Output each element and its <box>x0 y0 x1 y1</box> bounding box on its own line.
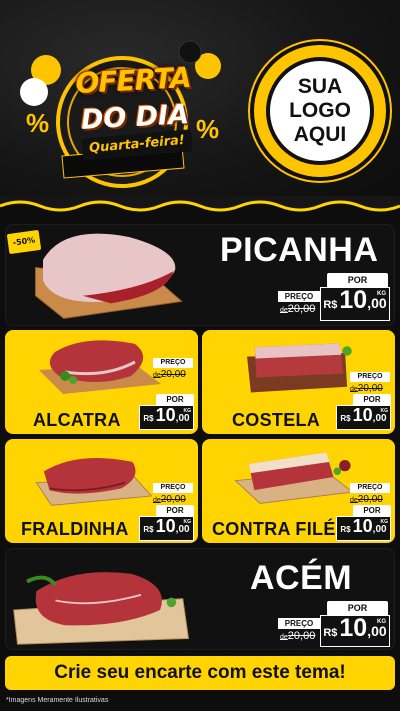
old-price: de20,00 <box>153 494 186 505</box>
currency: R$ <box>340 525 351 534</box>
price-dec: ,00 <box>367 623 387 639</box>
logo-placeholder[interactable]: SUA LOGO AQUI <box>254 45 386 177</box>
product-card-contra-file[interactable]: PREÇO de20,00 POR CONTRA FILÉ R$ 10 ,00 … <box>202 439 395 543</box>
fraldinha-image <box>35 457 153 506</box>
preco-label: PREÇO <box>278 618 320 629</box>
preco-label: PREÇO <box>153 358 193 368</box>
por-label: POR <box>353 394 391 405</box>
preco-label: PREÇO <box>350 372 390 382</box>
balloon-icon <box>20 78 48 106</box>
old-price-value: 20,00 <box>357 383 383 394</box>
price-int: 10 <box>352 405 373 425</box>
acem-image <box>13 572 190 645</box>
old-price-value: 20,00 <box>287 303 316 315</box>
old-price-value: 20,00 <box>357 494 383 505</box>
product-card-fraldinha[interactable]: PREÇO de20,00 POR FRALDINHA R$ 10 ,00 KG <box>5 439 198 543</box>
product-name: COSTELA <box>232 410 321 430</box>
unit: KG <box>377 619 386 625</box>
old-price: de20,00 <box>280 303 315 315</box>
header: % % OFERTA DO DIA Quarta-feira! SUA LOGO… <box>0 0 400 205</box>
unit: KG <box>183 519 192 525</box>
preco-label: PREÇO <box>153 483 193 493</box>
picanha-image <box>34 233 183 319</box>
contra-file-image <box>234 452 354 504</box>
price-dec: ,00 <box>175 413 190 424</box>
product-name: PICANHA <box>220 231 379 269</box>
de-label: de <box>280 307 288 314</box>
price-box: R$ 10 ,00 KG <box>336 516 391 541</box>
price-int: 10 <box>339 614 368 642</box>
logo-line: SUA <box>297 75 343 98</box>
price-int: 10 <box>155 405 176 425</box>
price-box: R$ 10 ,00 KG <box>320 287 390 321</box>
product-card-alcatra[interactable]: PREÇO de20,00 POR ALCATRA R$ 10 ,00 KG <box>5 330 198 434</box>
price-int: 10 <box>155 516 176 536</box>
de-label: de <box>153 372 161 379</box>
old-price-value: 20,00 <box>287 630 316 642</box>
price-int: 10 <box>339 286 368 314</box>
percent-icon: % <box>26 108 49 138</box>
de-label: de <box>350 386 358 393</box>
currency: R$ <box>340 414 351 423</box>
unit: KG <box>380 519 389 525</box>
old-price: de20,00 <box>350 494 383 505</box>
disclaimer: *Imagens Meramente Ilustrativas <box>6 697 109 704</box>
de-label: de <box>350 497 358 504</box>
price-dec: ,00 <box>175 524 190 535</box>
preco-label: PREÇO <box>278 291 320 302</box>
price-box: R$ 10 ,00 KG <box>320 615 390 647</box>
unit: KG <box>380 408 389 414</box>
price-box: R$ 10 ,00 KG <box>139 405 194 430</box>
por-label: POR <box>327 273 388 287</box>
currency: R$ <box>323 627 338 639</box>
cta-banner[interactable]: Crie seu encarte com este tema! <box>5 656 395 690</box>
de-label: de <box>280 634 288 641</box>
logo-text-block: SUA LOGO AQUI <box>266 57 374 165</box>
price-int: 10 <box>352 516 373 536</box>
header-wave-divider <box>0 196 400 212</box>
product-card-costela[interactable]: PREÇO de20,00 POR COSTELA R$ 10 ,00 KG <box>202 330 395 434</box>
price-dec: ,00 <box>372 524 387 535</box>
costela-image <box>247 343 352 393</box>
logo-line: AQUI <box>293 123 347 146</box>
unit: KG <box>377 291 386 297</box>
old-price-value: 20,00 <box>160 494 186 505</box>
por-label: POR <box>353 505 391 516</box>
product-name: FRALDINHA <box>21 519 129 539</box>
currency: R$ <box>323 299 338 311</box>
old-price-value: 20,00 <box>160 369 186 380</box>
product-name: CONTRA FILÉ <box>212 519 336 539</box>
old-price: de20,00 <box>153 369 186 380</box>
product-name: ALCATRA <box>33 410 121 430</box>
old-price: de20,00 <box>280 630 315 642</box>
currency: R$ <box>143 414 154 423</box>
preco-label: PREÇO <box>350 483 390 493</box>
price-dec: ,00 <box>372 413 387 424</box>
old-price: de20,00 <box>350 383 383 394</box>
price-box: R$ 10 ,00 KG <box>336 405 391 430</box>
currency: R$ <box>143 525 154 534</box>
alcatra-image <box>39 340 161 394</box>
de-label: de <box>153 497 161 504</box>
product-card-acem[interactable]: ACÉM POR PREÇO de20,00 R$ 10 ,00 KG <box>5 548 395 650</box>
por-label: POR <box>327 601 388 615</box>
logo-line: LOGO <box>289 99 351 122</box>
price-dec: ,00 <box>367 295 387 311</box>
por-label: POR <box>156 505 194 516</box>
product-name: ACÉM <box>250 559 353 597</box>
price-box: R$ 10 ,00 KG <box>139 516 194 541</box>
product-card-picanha[interactable]: PICANHA POR PREÇO de20,00 R$ 10 ,00 KG <box>5 224 395 326</box>
por-label: POR <box>156 394 194 405</box>
unit: KG <box>183 408 192 414</box>
